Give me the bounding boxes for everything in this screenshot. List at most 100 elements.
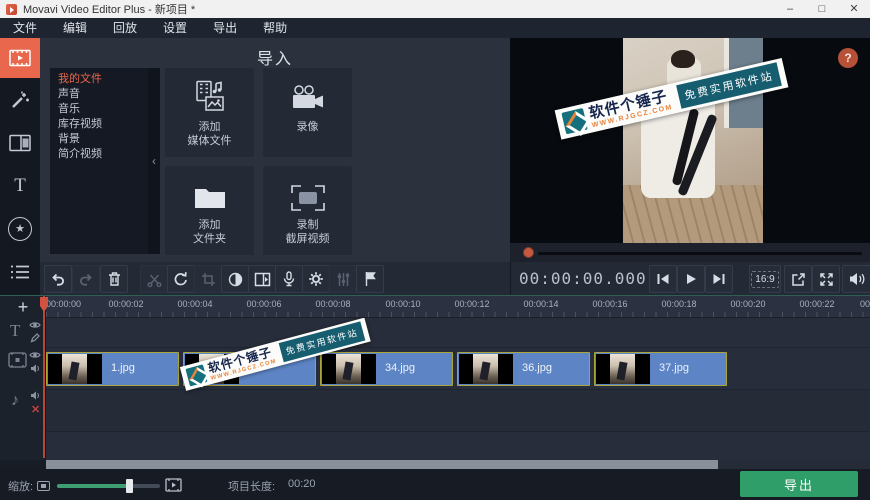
- add-media-files-button[interactable]: 添加 媒体文件: [165, 68, 254, 157]
- record-video-button[interactable]: 录像: [263, 68, 352, 157]
- category-stock-video[interactable]: 库存视频: [50, 117, 148, 132]
- sidebar-item-stickers[interactable]: ★: [0, 207, 40, 250]
- play-button[interactable]: [677, 265, 705, 293]
- zoom-out-icon[interactable]: [37, 481, 50, 491]
- seek-track[interactable]: [538, 252, 862, 255]
- seek-handle[interactable]: [523, 247, 534, 258]
- delete-button[interactable]: [100, 265, 128, 293]
- timeline-clip-5[interactable]: 37.jpg: [594, 352, 727, 386]
- aspect-ratio-button[interactable]: 16:9: [749, 265, 781, 293]
- ruler-label: 00:00:10: [385, 299, 420, 309]
- category-my-files[interactable]: 我的文件: [50, 72, 148, 87]
- fullscreen-button[interactable]: [812, 265, 840, 293]
- list-icon: [10, 264, 30, 280]
- preview-area: 软件个锤子 WWW.RJGCZ.COM 免费实用软件站 ?: [510, 38, 870, 243]
- title-track-link-toggle[interactable]: [30, 333, 40, 343]
- timeline-scrollbar[interactable]: [46, 460, 870, 469]
- playhead-line[interactable]: [43, 296, 45, 458]
- add-track-button[interactable]: +: [12, 296, 34, 318]
- preview-seek-bar[interactable]: [510, 243, 870, 262]
- clip-thumbnail: [322, 354, 376, 384]
- ruler-label: 00:00:18: [661, 299, 696, 309]
- category-intro-videos[interactable]: 简介视频: [50, 147, 148, 162]
- title-track-row[interactable]: [46, 318, 870, 348]
- redo-button[interactable]: [72, 265, 100, 293]
- previous-frame-button[interactable]: [649, 265, 677, 293]
- category-backgrounds[interactable]: 背景: [50, 132, 148, 147]
- timeline-ruler[interactable]: 00:00:00 00:00:02 00:00:04 00:00:06 00:0…: [46, 296, 870, 318]
- category-music[interactable]: 音乐: [50, 102, 148, 117]
- menu-export[interactable]: 导出: [200, 18, 250, 38]
- menu-playback[interactable]: 回放: [100, 18, 150, 38]
- zoom-slider[interactable]: [57, 484, 160, 488]
- menu-edit[interactable]: 编辑: [50, 18, 100, 38]
- menu-file[interactable]: 文件: [0, 18, 50, 38]
- category-sounds[interactable]: 声音: [50, 87, 148, 102]
- sliders-icon: [336, 272, 351, 287]
- toolbar-divider: [0, 295, 870, 296]
- sticker-star-icon: ★: [8, 217, 32, 241]
- menu-settings[interactable]: 设置: [150, 18, 200, 38]
- ruler-label: 00:00:16: [592, 299, 627, 309]
- close-button[interactable]: ✕: [838, 0, 870, 18]
- aspect-ratio-value: 16:9: [751, 271, 778, 288]
- audio-track-audio-toggle[interactable]: [30, 391, 41, 400]
- timeline-tracks: 1.jpg 34.jpg 36.jpg 37.jpg 软件个锤子 WWW.RJG…: [46, 318, 870, 460]
- sidebar-item-titles[interactable]: T: [0, 164, 40, 207]
- trash-icon: [107, 271, 122, 287]
- undo-button[interactable]: [44, 265, 72, 293]
- record-screen-icon: [290, 166, 326, 212]
- audio-track-unlink-toggle[interactable]: ✕: [31, 403, 40, 416]
- sidebar-item-import-media[interactable]: [0, 38, 40, 78]
- video-track-audio-toggle[interactable]: [30, 364, 41, 373]
- ruler-label: 00:00:04: [177, 299, 212, 309]
- minimize-button[interactable]: –: [774, 0, 806, 18]
- category-collapse-strip[interactable]: ‹: [148, 68, 160, 254]
- sidebar-item-transitions[interactable]: [0, 121, 40, 164]
- marker-button[interactable]: [356, 265, 384, 293]
- window-controls: – □ ✕: [774, 0, 870, 18]
- crop-icon: [201, 272, 216, 287]
- record-voice-button[interactable]: [275, 265, 303, 293]
- title-track-visibility-toggle[interactable]: [29, 321, 41, 329]
- split-button[interactable]: [140, 265, 168, 293]
- timeline-clip-4[interactable]: 36.jpg: [457, 352, 590, 386]
- project-length-value: 00:20: [288, 478, 316, 490]
- undo-icon: [50, 271, 66, 287]
- scrollbar-thumb[interactable]: [46, 460, 718, 469]
- audio-track-row[interactable]: [46, 390, 870, 432]
- export-button[interactable]: 导出: [740, 471, 858, 497]
- timeline-clip-3[interactable]: 34.jpg: [320, 352, 453, 386]
- volume-button[interactable]: [842, 265, 870, 293]
- record-screen-button[interactable]: 录制 截屏视频: [263, 166, 352, 255]
- transition-icon: [254, 272, 271, 287]
- menu-help[interactable]: 帮助: [250, 18, 300, 38]
- sidebar-item-more-tools[interactable]: [0, 250, 40, 293]
- unpin-preview-button[interactable]: [784, 265, 812, 293]
- next-frame-button[interactable]: [705, 265, 733, 293]
- transition-wizard-button[interactable]: [248, 265, 276, 293]
- track-header-column: + T: [0, 296, 46, 460]
- color-adjust-button[interactable]: [221, 265, 249, 293]
- speaker-icon: [30, 391, 41, 400]
- tile-label: 录像: [297, 120, 319, 134]
- clip-properties-button[interactable]: [302, 265, 330, 293]
- help-button[interactable]: ?: [838, 48, 858, 68]
- fit-timeline-icon[interactable]: [165, 478, 182, 492]
- record-video-icon: [290, 68, 326, 114]
- add-folder-button[interactable]: 添加 文件夹: [165, 166, 254, 255]
- audio-levels-button[interactable]: [329, 265, 357, 293]
- maximize-button[interactable]: □: [806, 0, 838, 18]
- titles-icon: T: [14, 175, 26, 197]
- sidebar-item-filters[interactable]: [0, 78, 40, 121]
- ruler-label: 00:00:14: [523, 299, 558, 309]
- timeline-toolbar: [40, 262, 510, 296]
- import-panel: 导入 我的文件 声音 音乐 库存视频 背景 简介视频 ‹: [40, 38, 510, 262]
- rotate-button[interactable]: [167, 265, 195, 293]
- flag-icon: [364, 271, 377, 287]
- tile-label: 录制 截屏视频: [286, 218, 330, 246]
- video-track-visibility-toggle[interactable]: [29, 351, 41, 359]
- zoom-slider-handle[interactable]: [126, 479, 133, 493]
- timeline-clip-1[interactable]: 1.jpg: [46, 352, 179, 386]
- crop-button[interactable]: [194, 265, 222, 293]
